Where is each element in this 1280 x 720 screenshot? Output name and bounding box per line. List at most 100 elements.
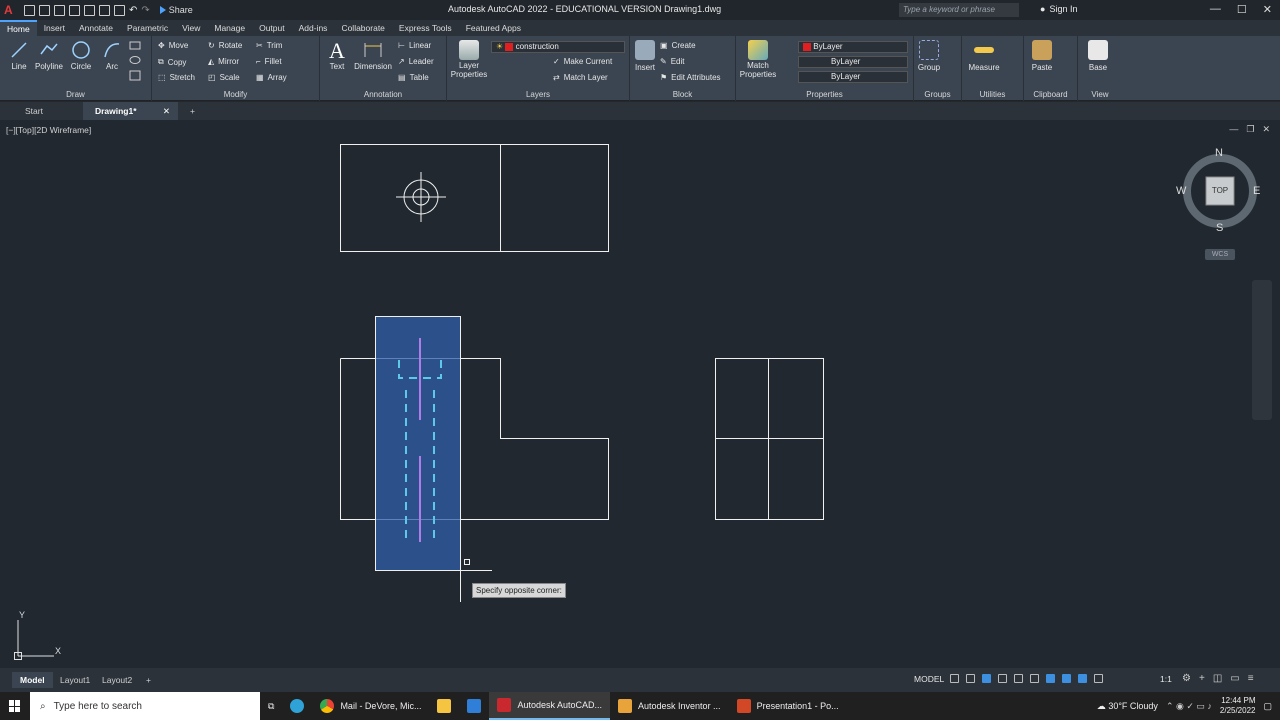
- wcs-menu[interactable]: WCS: [1205, 249, 1235, 260]
- annotation-scale[interactable]: 1:1: [1160, 674, 1172, 684]
- drawing-canvas[interactable]: [−][Top][2D Wireframe] — ❐ ✕ TOP N S W E…: [0, 120, 1280, 668]
- notifications-icon[interactable]: ▢: [1263, 701, 1272, 712]
- taskbar-app-inventor[interactable]: Autodesk Inventor ...: [610, 692, 729, 720]
- table-button[interactable]: ▤ Table: [398, 73, 429, 82]
- leader-button[interactable]: ↗ Leader: [398, 57, 434, 66]
- block-panel-title[interactable]: Block: [630, 90, 735, 99]
- minimize-button[interactable]: —: [1210, 3, 1221, 16]
- customization-icon[interactable]: ≡: [1248, 673, 1254, 684]
- plot-icon[interactable]: [114, 4, 125, 16]
- dimension-button[interactable]: Dimension: [350, 40, 396, 71]
- tab-start[interactable]: Start: [0, 102, 83, 120]
- layer-properties-button[interactable]: Layer Properties: [449, 40, 489, 79]
- tab-layout1[interactable]: Layout1: [52, 672, 98, 688]
- gear-icon[interactable]: ⚙: [1182, 673, 1191, 684]
- fillet-button[interactable]: ⌐ Fillet: [256, 57, 282, 66]
- tab-drawing1[interactable]: Drawing1* ✕: [82, 102, 179, 120]
- array-button[interactable]: ▦ Array: [256, 73, 287, 82]
- make-current-button[interactable]: ✓ Make Current: [553, 57, 612, 66]
- copy-button[interactable]: ⧉ Copy: [158, 57, 186, 67]
- tab-parametric[interactable]: Parametric: [120, 20, 175, 36]
- viewcube-east-label[interactable]: E: [1253, 185, 1260, 197]
- tab-model[interactable]: Model: [12, 672, 53, 688]
- rotate-button[interactable]: ↻ Rotate: [208, 41, 242, 50]
- insert-block-button[interactable]: Insert: [630, 40, 660, 72]
- edit-block-button[interactable]: ✎ Edit: [660, 57, 685, 66]
- taskbar-search[interactable]: ⌕ Type here to search: [30, 692, 260, 720]
- clock[interactable]: 12:44 PM 2/25/2022: [1220, 696, 1256, 716]
- help-search-input[interactable]: Type a keyword or phrase: [899, 3, 1019, 17]
- save-icon[interactable]: [54, 4, 65, 16]
- modify-panel-title[interactable]: Modify: [152, 90, 319, 99]
- stretch-button[interactable]: ⬚ Stretch: [158, 73, 195, 82]
- ortho-icon[interactable]: [982, 674, 991, 683]
- groups-panel-title[interactable]: Groups: [914, 90, 961, 99]
- viewcube-north-label[interactable]: N: [1215, 147, 1223, 159]
- navigation-bar[interactable]: [1252, 280, 1272, 420]
- task-view-button[interactable]: ⧉: [260, 692, 282, 720]
- redo-icon[interactable]: ↷: [141, 5, 149, 16]
- group-button[interactable]: Group: [914, 40, 944, 72]
- tab-add-ins[interactable]: Add-ins: [292, 20, 335, 36]
- taskbar-app-autocad[interactable]: Autodesk AutoCAD...: [489, 692, 611, 720]
- move-button[interactable]: ✥ Move: [158, 41, 188, 50]
- tray-icons[interactable]: ⌃ ◉ ✓ ▭ ♪: [1166, 701, 1212, 712]
- add-layout-button[interactable]: +: [138, 672, 159, 688]
- tab-view[interactable]: View: [175, 20, 207, 36]
- properties-panel-title[interactable]: Properties: [736, 90, 913, 99]
- grid-icon[interactable]: [950, 674, 959, 683]
- new-tab-button[interactable]: +: [178, 102, 207, 120]
- base-view-button[interactable]: Base: [1078, 40, 1118, 72]
- tab-express-tools[interactable]: Express Tools: [392, 20, 459, 36]
- paste-button[interactable]: Paste: [1024, 40, 1060, 72]
- clipboard-panel-title[interactable]: Clipboard: [1024, 90, 1077, 99]
- linetype-dropdown[interactable]: ByLayer: [798, 56, 908, 68]
- isolate-icon[interactable]: ◫: [1213, 673, 1222, 684]
- clean-screen-icon[interactable]: ▭: [1230, 673, 1239, 684]
- viewcube-top-label[interactable]: TOP: [1208, 186, 1232, 195]
- mirror-button[interactable]: ◭ Mirror: [208, 57, 239, 66]
- save-as-icon[interactable]: [69, 4, 80, 16]
- annotation-visibility-icon[interactable]: [1078, 674, 1087, 683]
- color-dropdown[interactable]: ByLayer: [798, 41, 908, 53]
- taskbar-app-mail[interactable]: Mail - DeVore, Mic...: [312, 692, 429, 720]
- taskbar-app-powerpoint[interactable]: Presentation1 - Po...: [729, 692, 847, 720]
- viewcube-south-label[interactable]: S: [1216, 222, 1223, 234]
- create-block-button[interactable]: ▣ Create: [660, 41, 696, 50]
- measure-button[interactable]: Measure: [964, 40, 1004, 72]
- edit-attributes-button[interactable]: ⚑ Edit Attributes: [660, 73, 721, 82]
- start-button[interactable]: [0, 692, 30, 720]
- maximize-button[interactable]: ☐: [1237, 3, 1247, 16]
- tab-manage[interactable]: Manage: [207, 20, 252, 36]
- tab-featured-apps[interactable]: Featured Apps: [459, 20, 528, 36]
- match-properties-button[interactable]: Match Properties: [738, 40, 778, 79]
- view-panel-title[interactable]: View: [1078, 90, 1122, 99]
- open-web-icon[interactable]: [84, 4, 95, 16]
- annotation-panel-title[interactable]: Annotation: [320, 90, 446, 99]
- text-button[interactable]: A Text: [320, 40, 354, 72]
- draw-extra-icons[interactable]: [128, 40, 148, 84]
- close-button[interactable]: ✕: [1263, 3, 1272, 16]
- utilities-panel-title[interactable]: Utilities: [962, 90, 1023, 99]
- match-layer-button[interactable]: ⇄ Match Layer: [553, 73, 608, 82]
- object-snap-tracking-icon[interactable]: [1030, 674, 1039, 683]
- tab-insert[interactable]: Insert: [37, 20, 72, 36]
- snap-icon[interactable]: [966, 674, 975, 683]
- auto-scale-icon[interactable]: [1094, 674, 1103, 683]
- tab-annotate[interactable]: Annotate: [72, 20, 120, 36]
- lineweight-icon[interactable]: [1046, 674, 1055, 683]
- close-tab-icon[interactable]: ✕: [163, 106, 170, 116]
- weather-widget[interactable]: ☁ 30°F Cloudy: [1097, 701, 1158, 712]
- layers-panel-title[interactable]: Layers: [447, 90, 629, 99]
- arc-button[interactable]: Arc: [93, 40, 131, 71]
- model-space-toggle[interactable]: MODEL: [914, 674, 944, 684]
- tab-output[interactable]: Output: [252, 20, 292, 36]
- draw-panel-title[interactable]: Draw: [0, 90, 151, 99]
- scale-button[interactable]: ◰ Scale: [208, 73, 240, 82]
- linear-dimension-button[interactable]: ⊢ Linear: [398, 41, 431, 50]
- tab-layout2[interactable]: Layout2: [94, 672, 140, 688]
- tab-collaborate[interactable]: Collaborate: [334, 20, 391, 36]
- edge-button[interactable]: [282, 692, 312, 720]
- layer-dropdown[interactable]: ☀ construction: [491, 41, 625, 53]
- tab-home[interactable]: Home: [0, 20, 37, 36]
